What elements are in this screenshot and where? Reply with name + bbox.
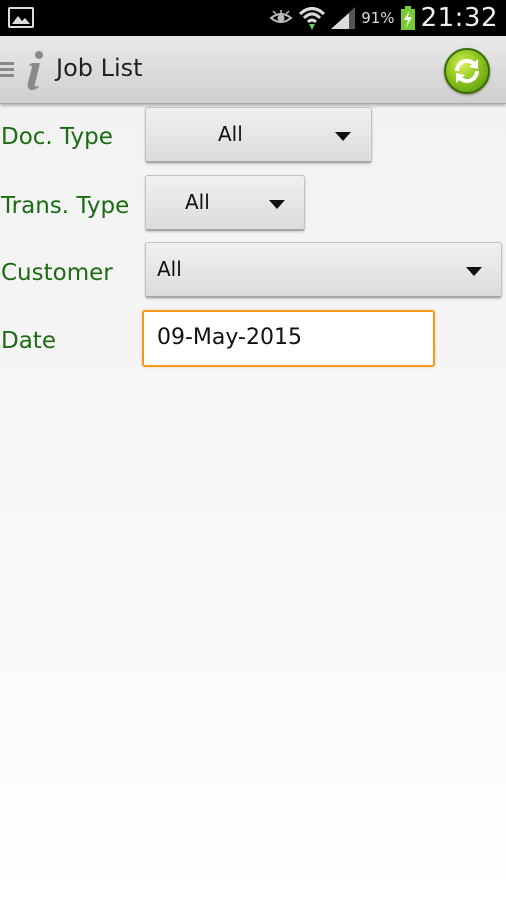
trans-type-value: All	[185, 190, 210, 214]
doc-type-label: Doc. Type	[1, 124, 113, 150]
info-icon[interactable]	[24, 50, 46, 92]
wifi-icon	[299, 7, 326, 30]
menu-icon[interactable]	[0, 62, 14, 78]
date-field[interactable]: 09-May-2015	[142, 310, 435, 367]
gallery-icon	[8, 7, 34, 28]
battery-percent: 91%	[361, 9, 395, 27]
customer-value: All	[157, 257, 182, 281]
chevron-down-icon	[335, 132, 351, 141]
refresh-button[interactable]	[444, 48, 490, 94]
refresh-icon	[455, 59, 479, 83]
customer-dropdown[interactable]: All	[145, 242, 502, 298]
date-label: Date	[1, 328, 56, 354]
eye-icon	[269, 10, 293, 23]
chevron-down-icon	[466, 267, 482, 276]
trans-type-label: Trans. Type	[1, 193, 130, 219]
status-icons: 91% 21:32	[269, 0, 498, 36]
page-title: Job List	[56, 54, 143, 82]
signal-icon	[331, 7, 356, 29]
battery-charging-icon	[400, 6, 415, 30]
doc-type-dropdown[interactable]: All	[145, 107, 372, 163]
customer-label: Customer	[1, 260, 113, 286]
trans-type-dropdown[interactable]: All	[145, 175, 305, 231]
status-bar: 91% 21:32	[0, 0, 506, 36]
action-bar: Job List	[0, 36, 506, 104]
chevron-down-icon	[269, 200, 285, 209]
clock: 21:32	[420, 3, 498, 33]
doc-type-value: All	[218, 122, 243, 146]
